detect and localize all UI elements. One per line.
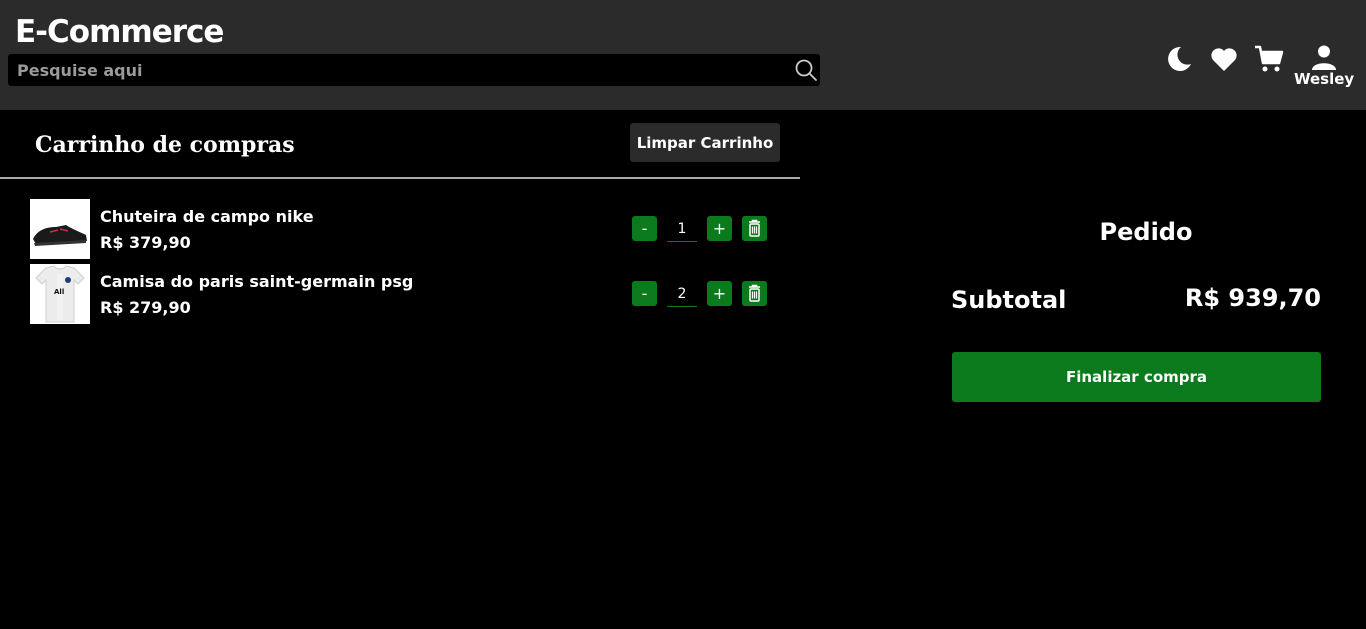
search-bar xyxy=(8,54,820,86)
user-name: Wesley xyxy=(1294,70,1355,88)
moon-icon[interactable] xyxy=(1164,44,1194,74)
cart-item: Chuteira de campo nike R$ 379,90 - + xyxy=(30,199,770,259)
item-name: Chuteira de campo nike xyxy=(100,207,314,226)
checkout-button[interactable]: Finalizar compra xyxy=(952,352,1321,402)
trash-icon[interactable] xyxy=(742,216,767,241)
product-image[interactable]: All xyxy=(30,264,90,324)
item-price: R$ 379,90 xyxy=(100,233,191,252)
item-price: R$ 279,90 xyxy=(100,298,191,317)
search-input[interactable] xyxy=(8,54,788,86)
subtotal-value: R$ 939,70 xyxy=(1184,284,1321,312)
decrease-quantity-button[interactable]: - xyxy=(632,281,657,306)
increase-quantity-button[interactable]: + xyxy=(707,216,732,241)
search-icon[interactable] xyxy=(794,58,818,82)
divider xyxy=(0,177,800,179)
clear-cart-button[interactable]: Limpar Carrinho xyxy=(630,123,780,162)
increase-quantity-button[interactable]: + xyxy=(707,281,732,306)
trash-icon[interactable] xyxy=(742,281,767,306)
order-title: Pedido xyxy=(1099,218,1193,246)
brand-logo[interactable]: E-Commerce xyxy=(15,14,224,50)
item-name: Camisa do paris saint-germain psg xyxy=(100,272,414,291)
cart-item: All Camisa do paris saint-germain psg R$… xyxy=(30,264,770,324)
header: E-Commerce Wesley xyxy=(0,0,1366,110)
quantity-input[interactable] xyxy=(667,216,697,242)
quantity-input[interactable] xyxy=(667,281,697,307)
product-image[interactable] xyxy=(30,199,90,259)
cart-icon[interactable] xyxy=(1254,44,1284,74)
cart-title: Carrinho de compras xyxy=(35,132,295,158)
user-menu[interactable]: Wesley xyxy=(1294,44,1354,88)
subtotal-label: Subtotal xyxy=(951,286,1067,314)
svg-text:All: All xyxy=(54,288,64,296)
user-icon xyxy=(1312,45,1336,70)
heart-icon[interactable] xyxy=(1209,44,1239,74)
decrease-quantity-button[interactable]: - xyxy=(632,216,657,241)
